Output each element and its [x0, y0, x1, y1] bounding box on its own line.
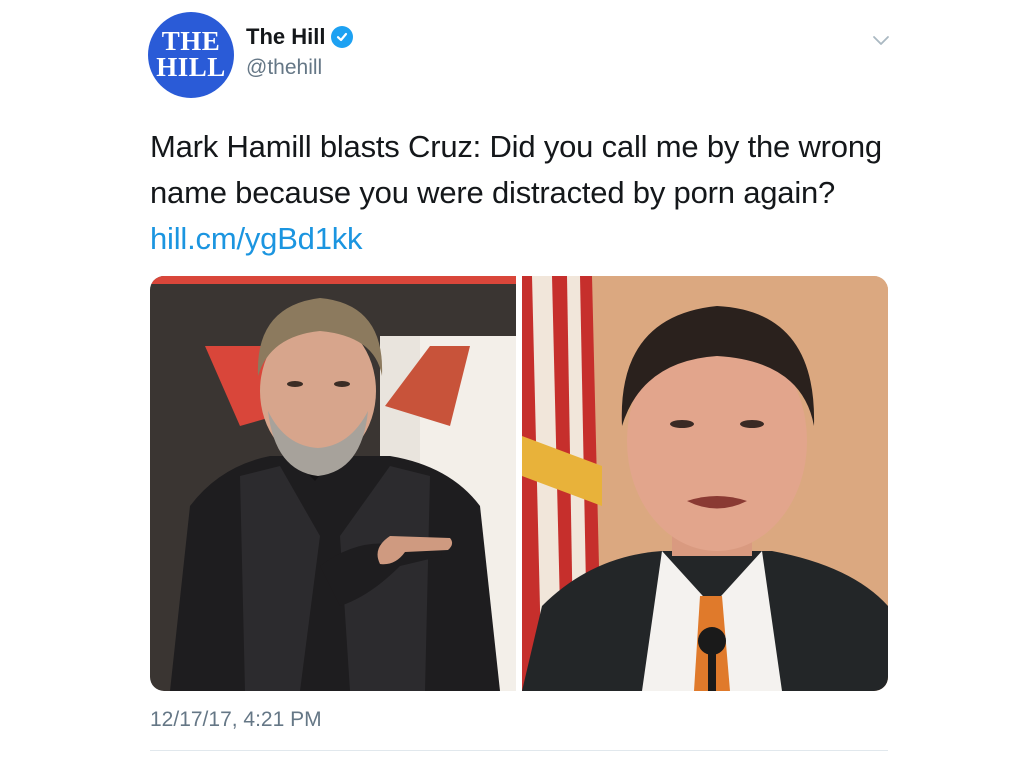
chevron-down-icon[interactable]	[870, 30, 892, 50]
avatar-text-line2: HILL	[156, 52, 226, 82]
verified-badge-icon	[331, 26, 354, 48]
tweet-text-block: Mark Hamill blasts Cruz: Did you call me…	[150, 124, 910, 262]
author-handle[interactable]: @thehill	[246, 56, 322, 80]
author-name-row: The Hill	[246, 24, 354, 50]
media-grid[interactable]	[150, 276, 888, 691]
tweet-link[interactable]: hill.cm/ygBd1kk	[150, 216, 910, 262]
author-display-name[interactable]: The Hill	[246, 24, 325, 50]
divider	[150, 750, 888, 751]
avatar[interactable]: THE HILL	[148, 12, 234, 98]
tweet-timestamp[interactable]: 12/17/17, 4:21 PM	[150, 708, 322, 732]
photo-right[interactable]	[522, 276, 888, 691]
photo-left[interactable]	[150, 276, 516, 691]
tweet-body: Mark Hamill blasts Cruz: Did you call me…	[150, 129, 882, 210]
